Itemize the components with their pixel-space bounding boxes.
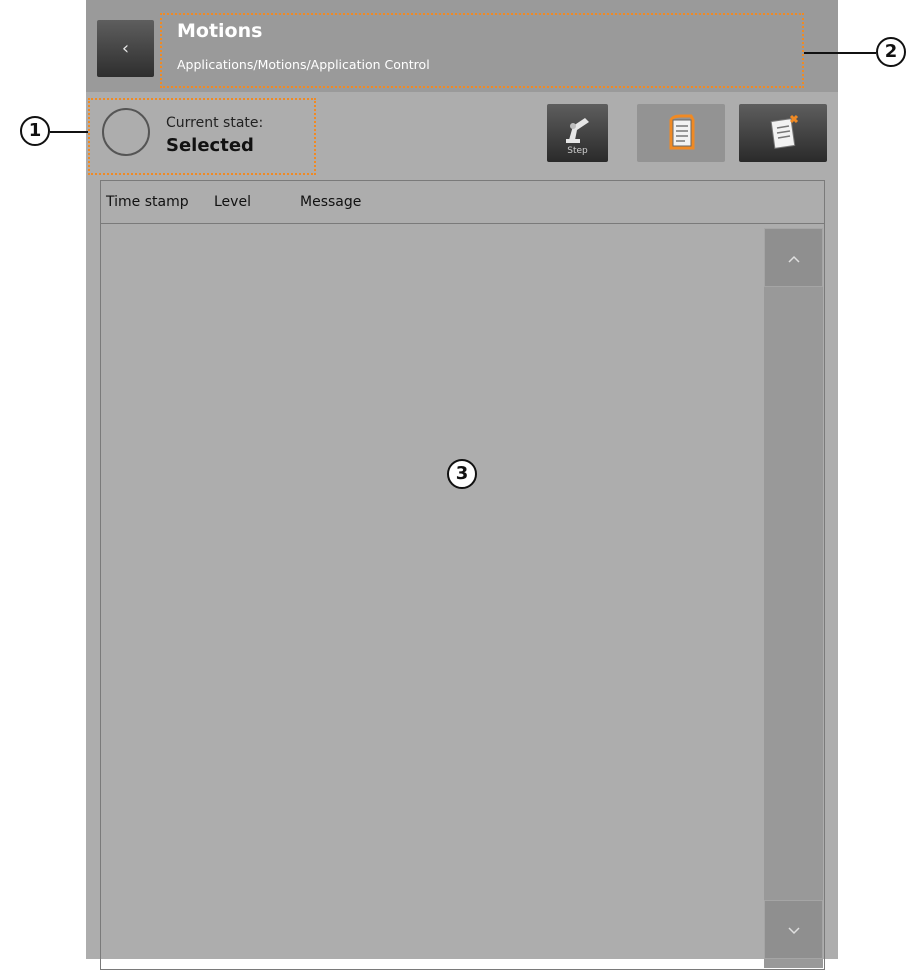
open-log-button[interactable]	[637, 104, 725, 162]
current-state-value: Selected	[166, 135, 254, 156]
chevron-down-icon	[787, 927, 800, 935]
page-title: Motions	[177, 20, 263, 42]
log-list[interactable]	[100, 180, 825, 970]
back-button[interactable]: ‹	[97, 20, 154, 77]
callout-1-line	[50, 131, 88, 133]
log-document-icon	[669, 114, 695, 150]
column-time-stamp[interactable]: Time stamp	[106, 194, 189, 210]
clear-log-button[interactable]	[739, 104, 827, 162]
scroll-down-button[interactable]	[764, 900, 823, 959]
callout-3: 3	[447, 459, 477, 489]
step-button[interactable]: Step	[547, 104, 608, 162]
log-list-header: Time stamp Level Message	[100, 180, 825, 224]
current-state-label: Current state:	[166, 115, 264, 131]
column-level[interactable]: Level	[214, 194, 251, 210]
scroll-up-button[interactable]	[764, 228, 823, 287]
callout-2: 2	[876, 37, 906, 67]
step-button-label: Step	[567, 146, 588, 156]
clear-log-icon	[770, 114, 799, 149]
state-indicator-icon	[102, 108, 150, 156]
scrollbar-track[interactable]	[764, 228, 823, 968]
column-message[interactable]: Message	[300, 194, 361, 210]
callout-1: 1	[20, 116, 50, 146]
callout-2-line	[804, 52, 876, 54]
chevron-up-icon	[787, 255, 800, 263]
breadcrumb: Applications/Motions/Application Control	[177, 57, 430, 72]
